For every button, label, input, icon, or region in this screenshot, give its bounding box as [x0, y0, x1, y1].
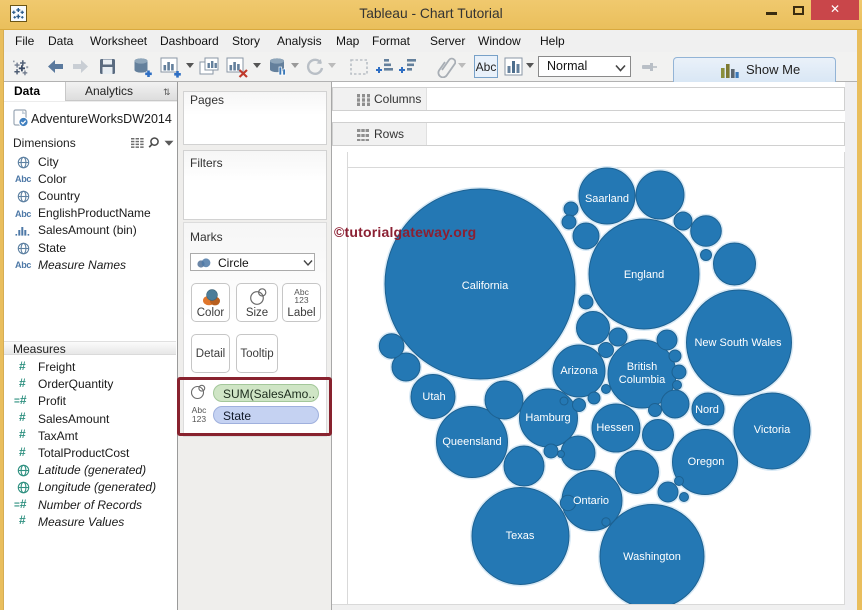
svg-text:Ontario: Ontario	[573, 495, 609, 507]
svg-text:England: England	[624, 269, 664, 281]
svg-text:Hessen: Hessen	[596, 422, 633, 434]
svg-text:Oregon: Oregon	[688, 456, 725, 468]
svg-text:Saarland: Saarland	[585, 193, 629, 205]
svg-text:Texas: Texas	[506, 530, 535, 542]
svg-text:British: British	[627, 361, 658, 373]
svg-text:California: California	[462, 280, 509, 292]
svg-text:Washington: Washington	[623, 551, 681, 563]
svg-text:Arizona: Arizona	[560, 365, 598, 377]
svg-text:New South Wales: New South Wales	[694, 337, 782, 349]
svg-text:Nord: Nord	[695, 404, 719, 416]
svg-text:Columbia: Columbia	[619, 374, 666, 386]
svg-text:Hamburg: Hamburg	[525, 412, 570, 424]
svg-text:Utah: Utah	[422, 391, 445, 403]
svg-text:Victoria: Victoria	[754, 424, 791, 436]
svg-text:Queensland: Queensland	[442, 436, 501, 448]
